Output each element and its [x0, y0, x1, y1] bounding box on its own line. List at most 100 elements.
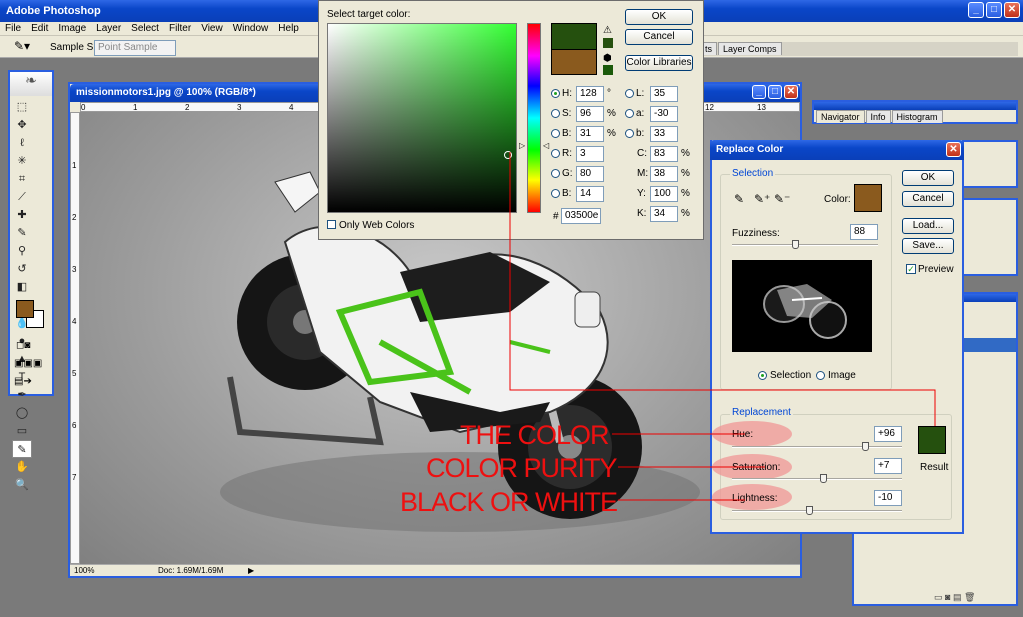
- menu-image[interactable]: Image: [53, 22, 91, 36]
- quick-mask-icon[interactable]: ◻◙: [16, 340, 48, 352]
- menu-layer[interactable]: Layer: [91, 22, 126, 36]
- stamp-tool-icon[interactable]: ⚲: [12, 242, 32, 260]
- eyedropper-icon[interactable]: ✎▾: [14, 39, 30, 53]
- result-swatch[interactable]: [918, 426, 946, 454]
- color-picker-ok-button[interactable]: OK: [625, 9, 693, 25]
- s-radio[interactable]: [551, 108, 560, 118]
- color-libraries-button[interactable]: Color Libraries: [625, 55, 693, 71]
- menu-file[interactable]: File: [0, 22, 26, 36]
- eraser-tool-icon[interactable]: ◧: [12, 278, 32, 296]
- hue-slider-thumb[interactable]: [862, 442, 869, 451]
- a-radio[interactable]: [625, 108, 634, 118]
- web-safe-swatch[interactable]: [603, 65, 613, 75]
- fuzziness-slider-track[interactable]: [732, 244, 878, 246]
- palette-tab-layer-comps[interactable]: Layer Comps: [718, 42, 782, 55]
- l-radio[interactable]: [625, 88, 634, 98]
- selection-radio[interactable]: [758, 371, 767, 380]
- menu-help[interactable]: Help: [273, 22, 304, 36]
- b-radio[interactable]: [551, 128, 560, 138]
- saturation-slider-thumb[interactable]: [820, 474, 827, 483]
- load-button[interactable]: Load...: [902, 218, 954, 234]
- shape-tool-icon[interactable]: ◯: [12, 404, 32, 422]
- menu-edit[interactable]: Edit: [26, 22, 53, 36]
- move-tool-icon[interactable]: ✥: [12, 116, 32, 134]
- k-field[interactable]: 34: [650, 206, 678, 222]
- menu-window[interactable]: Window: [228, 22, 274, 36]
- layers-footer-icons[interactable]: ▭ ◙ ▤ 🗑: [934, 592, 975, 603]
- eyedropper-minus-icon[interactable]: ✎⁻: [774, 192, 790, 206]
- b-field[interactable]: 31: [576, 126, 604, 142]
- menu-view[interactable]: View: [196, 22, 228, 36]
- lab-b-radio[interactable]: [625, 128, 634, 138]
- color-field-marker[interactable]: [504, 151, 512, 159]
- hue-slider-right-arrow-icon[interactable]: ◁: [543, 141, 549, 150]
- lightness-field[interactable]: -10: [874, 490, 902, 506]
- r-radio[interactable]: [551, 148, 560, 158]
- preview-checkbox[interactable]: ✓: [906, 264, 916, 274]
- out-of-gamut-warning-icon[interactable]: ⚠: [603, 25, 612, 36]
- foreground-color-swatch[interactable]: [16, 300, 34, 318]
- lightness-slider-track[interactable]: [732, 510, 902, 512]
- color-field[interactable]: [327, 23, 517, 213]
- doc-maximize-button[interactable]: □: [768, 85, 782, 99]
- hue-field[interactable]: +96: [874, 426, 902, 442]
- eyedropper-plus-icon[interactable]: ✎⁺: [754, 192, 770, 206]
- color-picker-cancel-button[interactable]: Cancel: [625, 29, 693, 45]
- hex-field[interactable]: 03500e: [561, 208, 601, 224]
- blue-radio[interactable]: [551, 188, 560, 198]
- hue-slider-left-arrow-icon[interactable]: ▷: [519, 141, 525, 150]
- healing-brush-icon[interactable]: ✚: [12, 206, 32, 224]
- doc-minimize-button[interactable]: _: [752, 85, 766, 99]
- hue-slider[interactable]: [527, 23, 541, 213]
- crop-tool-icon[interactable]: ⌗: [12, 170, 32, 188]
- lab-b-field[interactable]: 33: [650, 126, 678, 142]
- replace-ok-button[interactable]: OK: [902, 170, 954, 186]
- zoom-level[interactable]: 100%: [74, 565, 94, 577]
- only-web-colors-checkbox[interactable]: [327, 220, 336, 229]
- hand-tool-icon[interactable]: ✋: [12, 458, 32, 476]
- c-field[interactable]: 83: [650, 146, 678, 162]
- y-field[interactable]: 100: [650, 186, 678, 202]
- eyedropper-tool-icon[interactable]: ✎: [12, 440, 32, 458]
- menu-select[interactable]: Select: [126, 22, 164, 36]
- replace-color-close-button[interactable]: ✕: [946, 142, 961, 157]
- jump-to-imageready-icon[interactable]: ▤➔: [14, 376, 50, 390]
- g-field[interactable]: 80: [576, 166, 604, 182]
- screen-mode-icon[interactable]: ▣▣▣: [14, 358, 50, 370]
- m-field[interactable]: 38: [650, 166, 678, 182]
- minimize-button[interactable]: _: [968, 2, 984, 18]
- tab-info[interactable]: Info: [865, 110, 891, 123]
- history-brush-icon[interactable]: ↺: [12, 260, 32, 278]
- layer-row-selected[interactable]: [964, 338, 1016, 352]
- a-field[interactable]: -30: [650, 106, 678, 122]
- old-color-swatch[interactable]: [551, 49, 597, 75]
- gamut-swatch[interactable]: [603, 38, 613, 48]
- brush-tool-icon[interactable]: ✎: [12, 224, 32, 242]
- tab-histogram[interactable]: Histogram: [891, 110, 943, 123]
- lightness-slider-thumb[interactable]: [806, 506, 813, 515]
- marquee-tool-icon[interactable]: ⬚: [12, 98, 32, 116]
- doc-close-button[interactable]: ✕: [784, 85, 798, 99]
- r-field[interactable]: 3: [576, 146, 604, 162]
- replace-cancel-button[interactable]: Cancel: [902, 191, 954, 207]
- l-field[interactable]: 35: [650, 86, 678, 102]
- fuzziness-field[interactable]: 88: [850, 224, 878, 240]
- lasso-tool-icon[interactable]: ℓ: [12, 134, 32, 152]
- close-button[interactable]: ✕: [1004, 2, 1020, 18]
- tab-navigator[interactable]: Navigator: [816, 110, 865, 123]
- status-menu-arrow-icon[interactable]: ▶: [248, 565, 254, 577]
- web-safe-cube-icon[interactable]: ⬢: [603, 53, 612, 64]
- menu-filter[interactable]: Filter: [164, 22, 196, 36]
- sample-size-select[interactable]: Point Sample: [94, 40, 176, 56]
- blue-field[interactable]: 14: [576, 186, 604, 202]
- notes-tool-icon[interactable]: ▭: [12, 422, 32, 440]
- g-radio[interactable]: [551, 168, 560, 178]
- slice-tool-icon[interactable]: ⟋: [12, 188, 32, 206]
- image-radio[interactable]: [816, 371, 825, 380]
- h-radio[interactable]: [551, 88, 560, 98]
- s-field[interactable]: 96: [576, 106, 604, 122]
- save-button[interactable]: Save...: [902, 238, 954, 254]
- magic-wand-icon[interactable]: ✳: [12, 152, 32, 170]
- eyedropper-icon[interactable]: ✎: [734, 192, 744, 206]
- hue-slider-track[interactable]: [732, 446, 902, 448]
